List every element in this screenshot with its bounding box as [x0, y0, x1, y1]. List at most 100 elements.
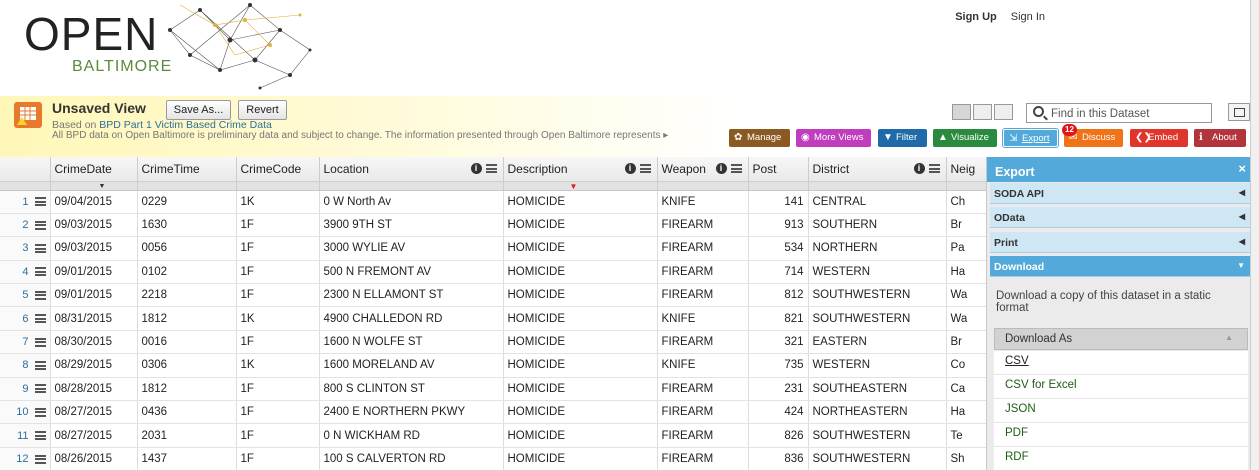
row-number[interactable]: 5 — [0, 283, 51, 308]
table-row[interactable]: 10 08/27/2015 0436 1F 2400 E NORTHERN PKWY HO… — [0, 400, 986, 425]
search-placeholder: Find in this Dataset — [1051, 108, 1150, 120]
download-pdf-option[interactable]: PDF — [994, 423, 1248, 447]
row-number[interactable]: 7 — [0, 330, 51, 355]
print-section[interactable]: Print ◀ — [990, 232, 1251, 253]
table-row[interactable]: 7 08/30/2015 0016 1F 1600 N WOLFE ST HOMICIDE… — [0, 330, 986, 355]
embed-button[interactable]: ❮❯ Embed — [1130, 129, 1188, 147]
table-row[interactable]: 5 09/01/2015 2218 1F 2300 N ELLAMONT ST HOMIC… — [0, 283, 986, 308]
row-number[interactable]: 9 — [0, 377, 51, 402]
manage-button[interactable]: ✿ Manage — [729, 129, 790, 147]
close-icon[interactable]: × — [1238, 161, 1246, 176]
column-header-crimetime[interactable]: CrimeTime — [137, 157, 237, 182]
row-menu-icon[interactable] — [34, 454, 46, 464]
row-number[interactable]: 2 — [0, 213, 51, 238]
table-view-icon[interactable] — [952, 104, 971, 120]
row-number[interactable]: 6 — [0, 306, 51, 331]
row-menu-icon[interactable] — [34, 244, 46, 254]
column-header-district[interactable]: District i — [808, 157, 947, 182]
cell-neig: Sh — [946, 447, 986, 470]
filter-button[interactable]: ▼ Filter — [878, 129, 927, 147]
download-section[interactable]: Download ▼ — [990, 256, 1251, 277]
row-number[interactable]: 8 — [0, 353, 51, 378]
row-number[interactable]: 4 — [0, 260, 51, 285]
column-header-description[interactable]: Description i — [503, 157, 658, 182]
cell-crimecode: 1K — [236, 353, 320, 378]
row-number-label: 8 — [22, 359, 29, 372]
row-menu-icon[interactable] — [34, 314, 46, 324]
row-menu-icon[interactable] — [34, 197, 46, 207]
dataset-search-box[interactable]: Find in this Dataset — [1026, 103, 1212, 123]
sign-in-link[interactable]: Sign In — [1011, 11, 1045, 23]
table-row[interactable]: 6 08/31/2015 1812 1K 4900 CHALLEDON RD HOMICI… — [0, 306, 986, 331]
row-menu-icon[interactable] — [34, 361, 46, 371]
column-header-post[interactable]: Post — [748, 157, 809, 182]
row-number[interactable]: 10 — [0, 400, 51, 425]
export-button[interactable]: ⇲ Export — [1002, 128, 1059, 148]
action-label: Export — [1022, 133, 1050, 144]
column-info-icon[interactable]: i — [715, 163, 727, 174]
download-csv-option[interactable]: CSV — [994, 351, 1248, 375]
column-header-crimecode[interactable]: CrimeCode — [236, 157, 320, 182]
table-row[interactable]: 4 09/01/2015 0102 1F 500 N FREMONT AV HOMICID… — [0, 260, 986, 285]
table-row[interactable]: 3 09/03/2015 0056 1F 3000 WYLIE AV HOMICIDE FI… — [0, 236, 986, 261]
table-row[interactable]: 12 08/26/2015 1437 1F 100 S CALVERTON RD HOMI… — [0, 447, 986, 470]
row-menu-icon[interactable] — [34, 220, 46, 230]
filter-active-icon[interactable]: ▼ — [570, 182, 578, 190]
cell-crimetime: 1437 — [137, 447, 237, 470]
column-info-icon[interactable]: i — [913, 163, 925, 174]
column-info-icon[interactable]: i — [470, 163, 482, 174]
download-as-header[interactable]: Download As ▲ — [994, 328, 1248, 350]
table-row[interactable]: 8 08/29/2015 0306 1K 1600 MORELAND AV HOMICID… — [0, 353, 986, 378]
page-view-icon[interactable] — [994, 104, 1013, 120]
column-header-neig[interactable]: Neig — [946, 157, 986, 182]
column-menu-icon[interactable] — [485, 164, 497, 173]
row-number[interactable]: 12 — [0, 447, 51, 470]
row-number[interactable]: 3 — [0, 236, 51, 261]
column-header-label: Neig — [950, 161, 976, 176]
column-info-icon[interactable]: i — [624, 163, 636, 174]
column-header-location[interactable]: Location i — [319, 157, 504, 182]
cell-weapon: FIREARM — [657, 400, 749, 425]
download-json-option[interactable]: JSON — [994, 399, 1248, 423]
open-baltimore-logo[interactable]: OPEN BALTIMORE — [24, 8, 174, 80]
table-row[interactable]: 11 08/27/2015 2031 1F 0 N WICKHAM RD HOMICIDE… — [0, 423, 986, 448]
cell-crimecode: 1K — [236, 190, 320, 214]
more-views-button[interactable]: ◉ More Views — [796, 129, 871, 147]
column-menu-icon[interactable] — [639, 164, 651, 173]
row-menu-icon[interactable] — [34, 431, 46, 441]
views-icon: ◉ — [801, 132, 810, 143]
column-menu-icon[interactable] — [730, 164, 742, 173]
cell-location: 4900 CHALLEDON RD — [319, 306, 504, 331]
row-menu-icon[interactable] — [34, 267, 46, 277]
download-rdf-option[interactable]: RDF — [994, 447, 1248, 470]
row-number[interactable]: 1 — [0, 190, 51, 214]
download-csv-excel-option[interactable]: CSV for Excel — [994, 375, 1248, 399]
table-row[interactable]: 9 08/28/2015 1812 1F 800 S CLINTON ST HOMICID… — [0, 377, 986, 402]
row-view-icon[interactable] — [973, 104, 992, 120]
table-row[interactable]: 2 09/03/2015 1630 1F 3900 9TH ST HOMICIDE FIRE… — [0, 213, 986, 238]
save-as-button[interactable]: Save As... — [166, 100, 231, 120]
sort-desc-icon[interactable]: ▼ — [99, 183, 106, 190]
soda-api-section[interactable]: SODA API ◀ — [990, 183, 1251, 204]
cell-post: 913 — [748, 213, 809, 238]
fullscreen-icon[interactable] — [1228, 103, 1250, 121]
row-menu-icon[interactable] — [34, 407, 46, 417]
column-menu-icon[interactable] — [928, 164, 940, 173]
row-number[interactable]: 11 — [0, 423, 51, 448]
row-menu-icon[interactable] — [34, 290, 46, 300]
row-menu-icon[interactable] — [34, 337, 46, 347]
column-header-weapon[interactable]: Weapon i — [657, 157, 749, 182]
cell-district: EASTERN — [808, 330, 947, 355]
about-button[interactable]: ℹ About — [1194, 129, 1246, 147]
odata-section[interactable]: OData ◀ — [990, 207, 1251, 228]
expand-arrow-icon[interactable]: ▸ — [663, 130, 668, 141]
sign-up-link[interactable]: Sign Up — [955, 11, 997, 23]
revert-button[interactable]: Revert — [238, 100, 287, 120]
column-header-crimedate[interactable]: CrimeDate — [50, 157, 138, 182]
cell-location: 0 W North Av — [319, 190, 504, 214]
cell-district: WESTERN — [808, 260, 947, 285]
cell-post: 836 — [748, 447, 809, 470]
table-row[interactable]: 1 09/04/2015 0229 1K 0 W North Av HOMICIDE KNI… — [0, 190, 986, 214]
visualize-button[interactable]: ▲ Visualize — [933, 129, 997, 147]
row-menu-icon[interactable] — [34, 384, 46, 394]
